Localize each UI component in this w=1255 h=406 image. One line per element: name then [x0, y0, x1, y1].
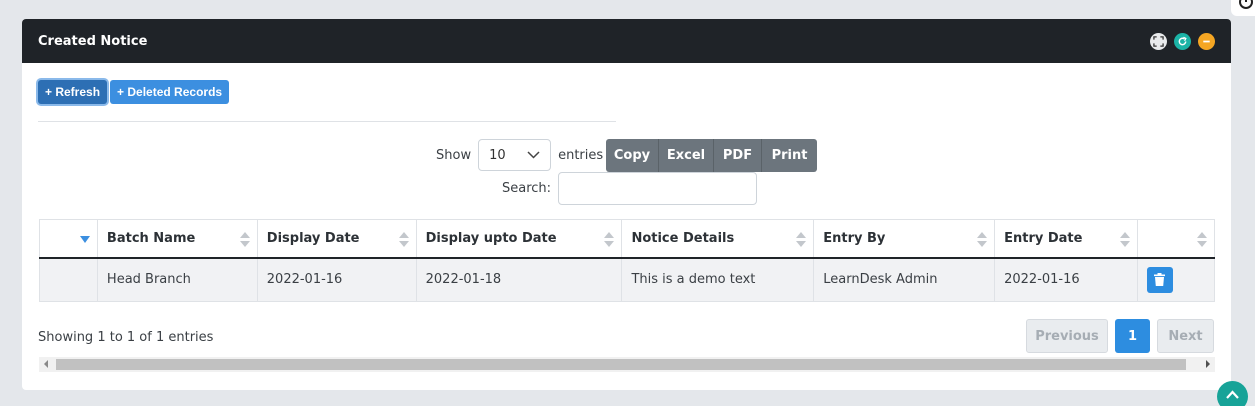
row-control-cell [39, 257, 98, 302]
search-control: Search: [502, 172, 758, 205]
notice-table: Batch Name Display Date Display upto Dat… [39, 219, 1216, 302]
delete-button[interactable] [1146, 266, 1173, 293]
created-notice-panel: Created Notice + Refresh + Deleted Recor… [22, 19, 1231, 390]
table-info: Showing 1 to 1 of 1 entries [38, 330, 214, 345]
sort-icon [1197, 232, 1207, 247]
column-header-batch-name[interactable]: Batch Name [96, 219, 258, 259]
search-input[interactable] [558, 172, 758, 205]
show-label: Show [436, 147, 472, 163]
column-label: Entry By [823, 230, 886, 246]
column-header-notice-details[interactable]: Notice Details [621, 219, 814, 259]
panel-title: Created Notice [38, 33, 148, 49]
entries-select-value: 10 [489, 147, 506, 163]
horizontal-scrollbar[interactable] [39, 357, 1215, 372]
entries-label: entries [558, 147, 604, 163]
entries-length-control: Show 10 entries [436, 139, 603, 171]
scroll-to-top-button[interactable] [1217, 381, 1248, 406]
scroll-left-arrow-icon[interactable] [44, 360, 48, 368]
page-1-button[interactable]: 1 [1115, 319, 1150, 353]
deleted-records-button[interactable]: + Deleted Records [110, 80, 230, 104]
sort-icon [398, 232, 409, 247]
previous-button[interactable]: Previous [1026, 319, 1108, 353]
column-header-entry-by[interactable]: Entry By [813, 219, 995, 259]
panel-tools [1150, 32, 1215, 50]
table-row: Head Branch 2022-01-16 2022-01-18 This i… [39, 257, 1216, 302]
refresh-button[interactable]: + Refresh [38, 80, 108, 104]
scroll-right-arrow-icon[interactable] [1206, 360, 1210, 368]
column-label: Display upto Date [425, 230, 557, 246]
column-label: Entry Date [1004, 230, 1083, 246]
cell-batch-name: Head Branch [96, 257, 258, 302]
next-button[interactable]: Next [1157, 319, 1214, 353]
column-label: Batch Name [106, 230, 196, 246]
table-header-row: Batch Name Display Date Display upto Dat… [39, 219, 1216, 259]
sort-icon [239, 232, 250, 247]
sort-icon [604, 232, 615, 247]
cell-entry-date: 2022-01-16 [994, 257, 1138, 302]
print-button[interactable]: Print [762, 139, 817, 172]
panel-header: Created Notice [22, 19, 1231, 63]
cell-action [1136, 257, 1216, 302]
pagination: Previous 1 Next [1026, 319, 1214, 353]
sort-icon [977, 232, 988, 247]
cell-notice-details: This is a demo text [621, 257, 814, 302]
column-header-entry-date[interactable]: Entry Date [994, 219, 1138, 259]
scrollbar-thumb[interactable] [56, 359, 1186, 370]
trash-icon [1154, 273, 1166, 287]
power-icon[interactable] [1231, 0, 1255, 16]
column-header-display-date[interactable]: Display Date [256, 219, 417, 259]
chevron-down-icon [527, 151, 540, 159]
sort-icon [1119, 232, 1130, 247]
export-buttons: Copy Excel PDF Print [606, 139, 817, 172]
column-header-control[interactable] [39, 219, 98, 259]
entries-select[interactable]: 10 [478, 139, 552, 171]
minimize-icon[interactable] [1198, 32, 1215, 50]
pdf-button[interactable]: PDF [714, 139, 762, 172]
column-label: Display Date [266, 230, 360, 246]
column-label: Notice Details [631, 230, 735, 246]
cell-display-date: 2022-01-16 [256, 257, 417, 302]
cell-display-upto-date: 2022-01-18 [415, 257, 622, 302]
reload-icon[interactable] [1174, 32, 1191, 50]
search-label: Search: [502, 181, 552, 196]
sort-icon [796, 232, 807, 247]
column-header-display-upto-date[interactable]: Display upto Date [415, 219, 622, 259]
sort-desc-icon [80, 236, 90, 243]
column-header-action[interactable] [1136, 219, 1216, 259]
chevron-up-icon [1226, 390, 1239, 399]
fullscreen-icon[interactable] [1150, 32, 1167, 50]
cell-entry-by: LearnDesk Admin [813, 257, 995, 302]
copy-button[interactable]: Copy [606, 139, 659, 172]
action-buttons: + Refresh + Deleted Records [38, 80, 230, 104]
divider [38, 121, 616, 122]
excel-button[interactable]: Excel [659, 139, 714, 172]
